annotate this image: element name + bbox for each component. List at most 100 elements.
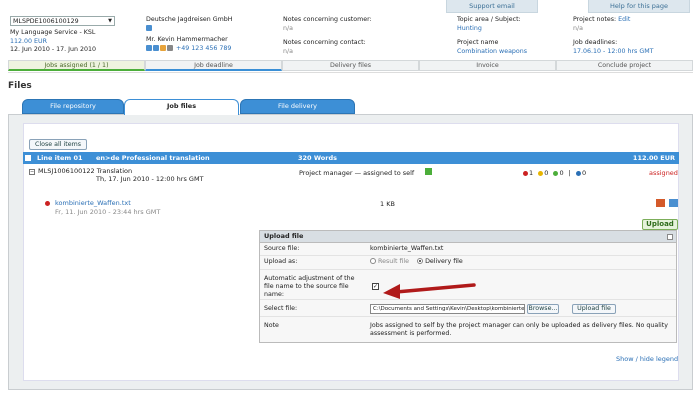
tab-file-repository[interactable]: File repository [22,99,124,114]
note-value: Jobs assigned to self by the project man… [370,322,668,337]
source-label: Source file: [264,245,300,252]
close-all-button[interactable]: Close all items [29,139,87,150]
topic-label: Topic area / Subject: [457,16,521,23]
upload-file-button[interactable]: Upload file [572,304,616,314]
tab-delivery-files[interactable]: Delivery files [282,60,419,71]
project-name-value: Combination weapons [457,47,528,55]
deadlines-value: 17.06.10 - 12:00 hrs GMT [573,47,654,55]
collapse-icon[interactable] [25,155,31,161]
line-item-price: 112.00 EUR [632,154,675,162]
sub-item-pm: Project manager — assigned to self [299,168,432,177]
tab-job-deadline[interactable]: Job deadline [145,60,282,71]
count-red: 1 [529,169,534,177]
file-status-icon [45,201,50,206]
counter-separator: | [568,169,571,177]
auto-adjust-label: Automatic adjustment of the file name to… [264,275,355,298]
project-notes-value: n/a [573,24,583,32]
note-label: Note [264,322,279,329]
sub-item: MLSJ1006100122 Translation Th, 17. Jun 2… [38,167,204,183]
delivery-file-radio[interactable] [417,258,424,264]
status-badge: assigned [649,169,678,177]
sub-item-pm-text: Project manager — assigned to self [299,169,415,177]
home-icon[interactable] [153,44,159,51]
file-name-link[interactable]: kombinierte_Waffen.txt [55,199,160,208]
job-select-value: MLSPDE1006100129 [13,18,79,25]
topic-value: Hunting [457,24,482,32]
help-button[interactable]: Help for this page [588,0,690,13]
company: Deutsche Jagdreisen GmbH [146,16,233,23]
sub-item-date: Th, 17. Jun 2010 - 12:00 hrs GMT [96,175,204,183]
count-yellow: 0 [544,169,549,177]
support-email-button[interactable]: Support email [446,0,538,13]
files-title: Files [8,81,32,91]
edit-icon[interactable] [669,199,678,207]
notes-customer-value: n/a [283,24,293,32]
line-item-pair: en>de Professional translation [96,154,210,162]
upload-as-row: Upload as: Result file Delivery file [260,258,676,270]
notes-info: Notes concerning customer: n/a Notes con… [283,16,372,56]
info-icon[interactable] [146,44,152,51]
result-file-label: Result file [378,258,410,265]
deadlines-label: Job deadlines: [573,39,618,46]
tab-conclude-project[interactable]: Conclude project [556,60,693,71]
line-item-header[interactable]: Line item 01 en>de Professional translat… [23,152,679,164]
project-info: Topic area / Subject: Hunting Project na… [457,16,527,56]
select-file-label: Select file: [264,305,298,312]
dates: 12. Jun 2010 - 17. Jun 2010 [10,46,97,53]
notes-customer-label: Notes concerning customer: [283,16,372,23]
project-notes-label: Project notes: [573,16,617,23]
collapse-dialog-icon[interactable] [667,234,673,240]
delivery-file-label: Delivery file [425,258,463,265]
count-blue: 0 [581,169,587,177]
tab-file-delivery[interactable]: File delivery [240,99,355,114]
file-row: kombinierte_Waffen.txt Fr, 11. Jun 2010 … [55,199,160,217]
blue-dot-icon [575,170,581,176]
project-notes-edit-link[interactable]: Edit [618,16,630,23]
sub-item-counters: 1 0 0 | 0 [523,169,586,177]
source-row: Source file: kombinierte_Waffen.txt [260,245,676,256]
browse-button[interactable]: Browse... [527,304,559,314]
result-file-radio [370,258,376,264]
annotation-arrow [383,283,476,299]
project-name-label: Project name [457,39,499,46]
house-icon[interactable] [146,24,152,31]
file-date: Fr, 11. Jun 2010 - 23:44 hrs GMT [55,208,161,216]
customer-info: Deutsche Jagdreisen GmbH Mr. Kevin Hamme… [146,16,232,53]
job-info: MLSPDE1006100129 ▼ My Language Service - … [10,16,115,55]
contact-phone[interactable]: +49 123 456 789 [176,45,231,52]
tab-invoice[interactable]: Invoice [419,60,556,71]
sub-item-id: MLSJ1006100122 Translation [38,167,133,175]
contact-name: Mr. Kevin Hammermacher [146,36,228,43]
green-dot-icon [553,170,559,176]
self-assigned-icon [425,168,432,175]
line-item-title: Line item 01 [37,154,83,162]
select-file-row: Select file: C:\Documents and Settings\K… [260,302,676,317]
count-green: 0 [559,169,564,177]
tab-jobs-assigned[interactable]: Jobs assigned (1 / 1) [8,60,145,71]
upload-button[interactable]: Upload [642,219,678,230]
notes-contact-value: n/a [283,47,293,55]
step-tabs: Jobs assigned (1 / 1) Job deadline Deliv… [8,60,693,71]
price: 112.00 EUR [10,37,47,45]
job-sub: My Language Service - KSL [10,29,96,36]
upload-as-label: Upload as: [264,258,298,265]
upload-dialog-header: Upload file [260,231,676,243]
swap-icon[interactable] [656,199,665,207]
file-size: 1 KB [380,200,395,208]
upload-dialog-title: Upload file [264,232,304,240]
chevron-down-icon: ▼ [108,18,112,24]
line-item-words: 320 Words [298,154,337,162]
notes-contact-label: Notes concerning contact: [283,39,366,46]
tab-job-files[interactable]: Job files [124,99,239,115]
upload-as-options: Result file Delivery file [370,258,463,265]
note-row: Note Jobs assigned to self by the projec… [260,319,676,343]
job-select[interactable]: MLSPDE1006100129 ▼ [10,16,115,26]
mail-icon[interactable] [160,44,166,51]
phone-icon [167,44,173,51]
file-path-input[interactable]: C:\Documents and Settings\Kevin\Desktop\… [370,304,525,314]
source-value: kombinierte_Waffen.txt [370,245,444,252]
project-notes: Project notes: Edit n/a Job deadlines: 1… [573,16,654,56]
collapse-sub-icon[interactable]: − [29,169,35,175]
show-hide-legend-link[interactable]: Show / hide legend [616,355,678,363]
red-dot-icon [523,170,528,176]
